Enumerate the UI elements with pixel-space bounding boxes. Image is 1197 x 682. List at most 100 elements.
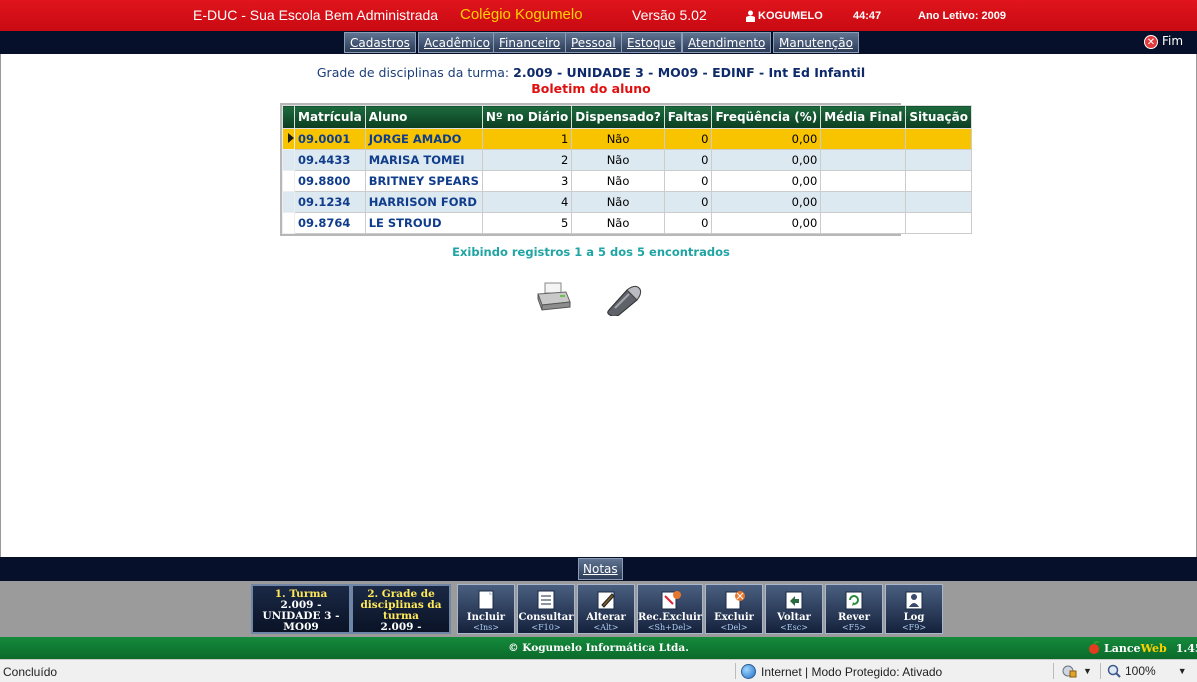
menu-cadastros[interactable]: Cadastros bbox=[344, 32, 416, 53]
menu-academico[interactable]: Acadêmico bbox=[418, 32, 496, 53]
cell-matricula: 09.1234 bbox=[294, 191, 366, 213]
table-row[interactable]: 09.8764 LE STROUD 5 Não 0 0,00 bbox=[282, 212, 972, 234]
table-row[interactable]: 09.4433 MARISA TOMEI 2 Não 0 0,00 bbox=[282, 149, 972, 171]
breadcrumb-value: 2.009 - UNIDADE 3 - MO09 - EDINF - bbox=[380, 621, 422, 633]
table-row[interactable]: 09.1234 HARRISON FORD 4 Não 0 0,00 bbox=[282, 191, 972, 213]
menu-estoque[interactable]: Estoque bbox=[621, 32, 682, 53]
students-grid: Matrícula Aluno Nº no Diário Dispensado?… bbox=[280, 103, 972, 236]
menu-financeiro[interactable]: Financeiro bbox=[493, 32, 567, 53]
cell-dispensado: Não bbox=[571, 128, 665, 150]
printer-icon bbox=[537, 282, 571, 311]
cell-no-diario: 5 bbox=[481, 212, 573, 234]
security-zone[interactable]: Internet | Modo Protegido: Ativado bbox=[741, 664, 942, 679]
cell-situacao bbox=[905, 149, 972, 171]
cell-situacao bbox=[905, 170, 972, 192]
cell-faltas: 0 bbox=[663, 128, 713, 150]
cell-situacao bbox=[905, 191, 972, 213]
cell-media-final bbox=[820, 212, 907, 234]
button-label: Rever bbox=[837, 612, 871, 623]
breadcrumb-turma[interactable]: 1. Turma 2.009 - UNIDADE 3 - MO09 bbox=[251, 584, 351, 634]
page-title: Grade de disciplinas da turma: 2.009 - U… bbox=[1, 65, 1181, 80]
protected-mode-toggle[interactable]: ▼ bbox=[1061, 664, 1092, 678]
browser-status-bar: Concluído Internet | Modo Protegido: Ati… bbox=[0, 659, 1197, 682]
voltar-button[interactable]: Voltar <Esc> bbox=[765, 584, 823, 634]
copyright: © Kogumelo Informática Ltda. bbox=[508, 642, 689, 654]
row-selector[interactable] bbox=[282, 149, 295, 171]
session-time: 44:47 bbox=[853, 10, 882, 22]
title-prefix: Grade de disciplinas da turma: bbox=[316, 65, 510, 80]
col-faltas[interactable]: Faltas bbox=[663, 105, 713, 129]
usb-drive-icon bbox=[607, 285, 642, 317]
table-row[interactable]: 09.8800 BRITNEY SPEARS 3 Não 0 0,00 bbox=[282, 170, 972, 192]
page-subtitle: Boletim do aluno bbox=[531, 81, 651, 96]
cell-frequencia: 0,00 bbox=[711, 170, 822, 192]
school-name: Colégio Kogumelo bbox=[460, 6, 583, 23]
menu-atendimento[interactable]: Atendimento bbox=[682, 32, 772, 53]
button-label: Log bbox=[903, 612, 925, 623]
col-media-final[interactable]: Média Final bbox=[820, 105, 907, 129]
export-usb-button[interactable] bbox=[605, 282, 645, 317]
rever-button[interactable]: Rever <F5> bbox=[825, 584, 883, 634]
cell-dispensado: Não bbox=[571, 170, 665, 192]
row-selector[interactable] bbox=[282, 191, 295, 213]
incluir-button[interactable]: Incluir <Ins> bbox=[457, 584, 515, 634]
main-content: Grade de disciplinas da turma: 2.009 - U… bbox=[0, 54, 1197, 557]
current-row-arrow-icon bbox=[288, 133, 294, 143]
zoom-icon bbox=[1107, 664, 1121, 678]
col-aluno[interactable]: Aluno bbox=[364, 105, 483, 129]
menu-pessoal[interactable]: Pessoal bbox=[565, 32, 622, 53]
breadcrumb-grade-disciplinas[interactable]: 2. Grade de disciplinas da turma 2.009 -… bbox=[351, 584, 451, 634]
alterar-button[interactable]: Alterar <Alt> bbox=[577, 584, 635, 634]
breadcrumb-title: 2. Grade de disciplinas da turma bbox=[360, 588, 442, 622]
view-list-icon bbox=[537, 590, 555, 610]
table-row[interactable]: 09.0001 JORGE AMADO 1 Não 0 0,00 bbox=[282, 128, 972, 150]
tab-notas[interactable]: Notas bbox=[578, 558, 623, 580]
shortcut-key: <Esc> bbox=[780, 623, 808, 632]
cell-aluno: BRITNEY SPEARS bbox=[364, 170, 483, 192]
cell-aluno: HARRISON FORD bbox=[364, 191, 483, 213]
cell-media-final bbox=[820, 191, 907, 213]
shortcut-key: <Ins> bbox=[473, 623, 499, 632]
cell-dispensado: Não bbox=[571, 212, 665, 234]
cell-situacao bbox=[905, 128, 972, 150]
exit-button[interactable]: ✕ Fim bbox=[1144, 33, 1183, 50]
cell-frequencia: 0,00 bbox=[711, 212, 822, 234]
print-button[interactable] bbox=[536, 282, 572, 312]
records-info: Exibindo registros 1 a 5 dos 5 encontrad… bbox=[452, 245, 730, 259]
log-button[interactable]: Log <F9> bbox=[885, 584, 943, 634]
col-dispensado[interactable]: Dispensado? bbox=[571, 105, 665, 129]
cell-aluno: MARISA TOMEI bbox=[364, 149, 483, 171]
grid-header-row: Matrícula Aluno Nº no Diário Dispensado?… bbox=[282, 105, 972, 129]
exit-label: Fim bbox=[1162, 34, 1184, 48]
cell-frequencia: 0,00 bbox=[711, 128, 822, 150]
cell-faltas: 0 bbox=[663, 212, 713, 234]
row-selector[interactable] bbox=[282, 128, 295, 150]
recover-delete-icon bbox=[661, 591, 681, 610]
brand-lance: Lance bbox=[1104, 641, 1141, 655]
shortcut-key: <Alt> bbox=[593, 623, 619, 632]
cell-frequencia: 0,00 bbox=[711, 191, 822, 213]
col-situacao[interactable]: Situação bbox=[905, 105, 972, 129]
delete-document-icon bbox=[725, 591, 745, 610]
zoom-control[interactable]: 100% ▼ bbox=[1107, 664, 1187, 678]
menu-manutencao[interactable]: Manutenção bbox=[773, 32, 859, 53]
zone-text: Internet | Modo Protegido: Ativado bbox=[761, 664, 943, 679]
cell-dispensado: Não bbox=[571, 149, 665, 171]
col-frequencia[interactable]: Freqüência (%) bbox=[711, 105, 822, 129]
row-selector[interactable] bbox=[282, 170, 295, 192]
cell-media-final bbox=[820, 149, 907, 171]
user-icon bbox=[746, 10, 755, 22]
col-matricula[interactable]: Matrícula bbox=[294, 105, 366, 129]
consultar-button[interactable]: Consultar <F10> bbox=[517, 584, 575, 634]
shortcut-key: <F5> bbox=[841, 623, 867, 632]
app-header: E-DUC - Sua Escola Bem Administrada Colé… bbox=[0, 0, 1197, 31]
cell-frequencia: 0,00 bbox=[711, 149, 822, 171]
brand-version: 1.45 bbox=[1175, 641, 1197, 655]
cell-media-final bbox=[820, 170, 907, 192]
col-no-diario[interactable]: Nº no Diário bbox=[481, 105, 573, 129]
row-selector[interactable] bbox=[282, 212, 295, 234]
app-name: E-DUC - Sua Escola Bem Administrada bbox=[193, 7, 439, 23]
refresh-icon bbox=[845, 591, 863, 610]
rec-excluir-button[interactable]: Rec.Excluir <Sh+Del> bbox=[637, 584, 703, 634]
excluir-button[interactable]: Excluir <Del> bbox=[705, 584, 763, 634]
